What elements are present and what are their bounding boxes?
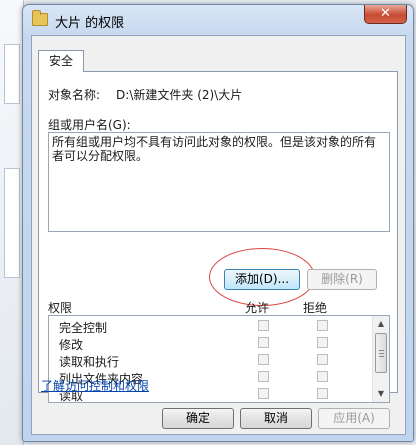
thumb-grip — [379, 350, 384, 351]
close-icon: ✕ — [380, 6, 391, 21]
permissions-header: 权限 — [48, 301, 73, 315]
deny-checkbox[interactable] — [317, 354, 328, 365]
allow-column-header: 允许 — [245, 301, 270, 315]
deny-checkbox[interactable] — [317, 337, 328, 348]
allow-checkbox[interactable] — [258, 371, 269, 382]
scroll-down-icon[interactable]: ▼ — [373, 386, 389, 402]
permission-row: 读取和执行 — [49, 352, 367, 369]
background-window — [0, 0, 24, 445]
deny-checkbox[interactable] — [317, 388, 328, 399]
thumb-grip — [379, 356, 384, 357]
permission-row: 修改 — [49, 335, 367, 352]
deny-checkbox[interactable] — [317, 320, 328, 331]
allow-checkbox[interactable] — [258, 320, 269, 331]
remove-button[interactable]: 删除(R) — [307, 269, 377, 290]
object-name-value: D:\新建文件夹 (2)\大片 — [116, 88, 243, 102]
background-panel — [4, 168, 20, 278]
deny-checkbox[interactable] — [317, 371, 328, 382]
ok-button[interactable]: 确定 — [162, 408, 234, 429]
background-panel — [4, 44, 20, 104]
scroll-up-icon[interactable]: ▲ — [373, 316, 389, 332]
allow-checkbox[interactable] — [258, 388, 269, 399]
access-control-help-link[interactable]: 了解访问控制和权限 — [41, 377, 149, 394]
groups-label: 组或用户名(G): — [48, 118, 131, 132]
dialog-client-area: 安全 对象名称: D:\新建文件夹 (2)\大片 组或用户名(G): 所有组或用户… — [31, 35, 406, 435]
cancel-button[interactable]: 取消 — [240, 408, 312, 429]
add-button[interactable]: 添加(D)... — [224, 269, 300, 290]
allow-checkbox[interactable] — [258, 354, 269, 365]
permission-name: 完全控制 — [59, 321, 108, 335]
apply-button[interactable]: 应用(A) — [318, 408, 390, 429]
object-name-row: 对象名称: D:\新建文件夹 (2)\大片 — [48, 86, 242, 103]
close-button[interactable]: ✕ — [364, 5, 407, 24]
folder-icon — [32, 10, 48, 26]
permissions-dialog: 大片 的权限 ✕ 安全 对象名称: D:\新建文件夹 (2)\大片 组或用户名(G… — [22, 4, 414, 442]
security-panel: 对象名称: D:\新建文件夹 (2)\大片 组或用户名(G): 所有组或用户均不具… — [38, 71, 398, 403]
groups-list[interactable]: 所有组或用户均不具有访问此对象的权限。但是该对象的所有者可以分配权限。 — [48, 132, 390, 232]
scrollbar-thumb[interactable] — [375, 333, 387, 373]
permission-name: 修改 — [59, 338, 84, 352]
window-title: 大片 的权限 — [55, 16, 125, 31]
permission-name: 读取和执行 — [59, 355, 120, 369]
title-bar[interactable]: 大片 的权限 ✕ — [23, 5, 413, 35]
object-name-label: 对象名称: — [48, 88, 101, 102]
permission-row: 完全控制 — [49, 318, 367, 335]
allow-checkbox[interactable] — [258, 337, 269, 348]
thumb-grip — [379, 353, 384, 354]
permissions-scrollbar[interactable]: ▲ ▼ — [372, 316, 389, 402]
tab-security[interactable]: 安全 — [38, 50, 85, 72]
deny-column-header: 拒绝 — [303, 301, 328, 315]
groups-empty-message: 所有组或用户均不具有访问此对象的权限。但是该对象的所有者可以分配权限。 — [52, 135, 377, 163]
